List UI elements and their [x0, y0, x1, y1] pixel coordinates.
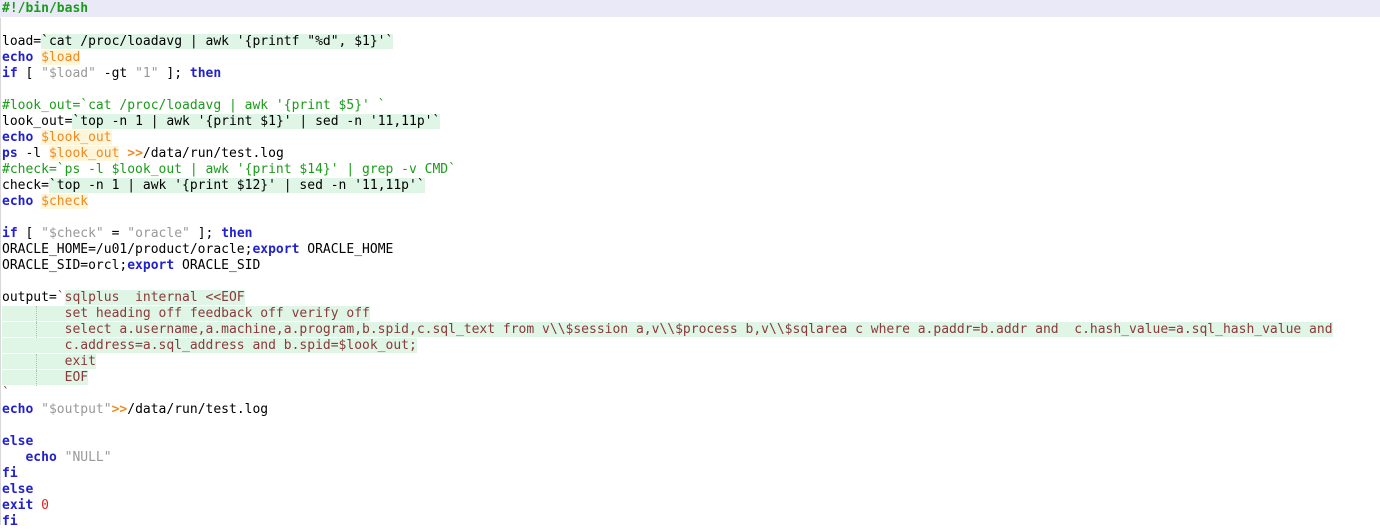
code-token: echo	[25, 450, 65, 465]
blank-line[interactable]	[0, 82, 1380, 98]
code-token: check=	[2, 178, 49, 193]
code-token: ps	[2, 146, 18, 161]
code-line[interactable]: exit	[0, 354, 1380, 370]
code-token: $load	[41, 50, 81, 65]
code-line[interactable]: echo "NULL"	[0, 450, 1380, 466]
code-token: ORACLE_SID=orcl;	[2, 258, 128, 273]
code-token: fi	[2, 514, 18, 529]
code-line[interactable]: else	[0, 434, 1380, 450]
blank-line[interactable]	[0, 18, 1380, 34]
code-token: if	[2, 66, 18, 81]
code-token: #check=`ps -l $look_out | awk '{print $1…	[2, 162, 456, 177]
code-token: load=	[2, 34, 42, 49]
code-line[interactable]: load=`cat /proc/loadavg | awk '{printf "…	[0, 34, 1380, 50]
code-token: else	[2, 482, 34, 497]
code-token: if	[2, 226, 18, 241]
code-token: exit	[2, 354, 96, 369]
code-line[interactable]: EOF	[0, 370, 1380, 386]
code-token: echo	[2, 194, 42, 209]
code-token: export	[127, 258, 175, 273]
code-line[interactable]: exit 0	[0, 498, 1380, 514]
code-token: c.address=a.sql_address and b.spid=$look…	[2, 338, 417, 353]
code-token: "$output"	[41, 402, 112, 417]
code-line[interactable]: fi	[0, 514, 1380, 530]
code-token: >>	[127, 146, 143, 161]
code-line[interactable]: if [ "$load" -gt "1" ]; then	[0, 66, 1380, 82]
code-token: then	[189, 66, 222, 81]
code-token: ];	[158, 66, 190, 81]
code-token: $look_out	[48, 146, 120, 161]
code-token: #look_out=`cat /proc/loadavg | awk '{pri…	[2, 98, 386, 113]
code-token: ORACLE_HOME=/u01/product/oracle;	[2, 242, 253, 257]
code-token: EOF	[2, 370, 89, 385]
code-token: else	[2, 434, 34, 449]
code-token: sqlplus internal <<EOF	[64, 290, 245, 305]
code-token: set heading off feedback off verify off	[2, 306, 370, 321]
code-line[interactable]: select a.username,a.machine,a.program,b.…	[0, 322, 1380, 338]
code-token: `cat /proc/loadavg | awk '{printf "%d", …	[41, 34, 394, 49]
code-line[interactable]: check=`top -n 1 | awk '{print $12}' | se…	[0, 178, 1380, 194]
code-token: -l	[17, 146, 49, 161]
code-token: ];	[189, 226, 222, 241]
code-token: `top -n 1 | awk '{print $1}' | sed -n '1…	[72, 114, 441, 129]
code-listing[interactable]: #!/bin/bash load=`cat /proc/loadavg | aw…	[0, 0, 1380, 529]
code-token: [	[17, 226, 42, 241]
code-line[interactable]: echo $check	[0, 194, 1380, 210]
code-token: #!/bin/bash	[2, 1, 89, 16]
code-line[interactable]: else	[0, 482, 1380, 498]
code-line[interactable]: fi	[0, 466, 1380, 482]
blank-line[interactable]	[0, 418, 1380, 434]
blank-line[interactable]	[0, 210, 1380, 226]
code-token: "$load"	[41, 66, 96, 81]
code-line[interactable]: #check=`ps -l $look_out | awk '{print $1…	[0, 162, 1380, 178]
code-token: `	[56, 290, 65, 305]
code-line[interactable]: #look_out=`cat /proc/loadavg | awk '{pri…	[0, 98, 1380, 114]
code-line[interactable]: ORACLE_HOME=/u01/product/oracle;export O…	[0, 242, 1380, 258]
code-line[interactable]: ps -l $look_out >>/data/run/test.log	[0, 146, 1380, 162]
blank-line[interactable]	[0, 274, 1380, 290]
code-token: exit	[2, 498, 34, 513]
code-token: `	[2, 386, 10, 401]
code-token: ORACLE_HOME	[299, 242, 394, 257]
code-line[interactable]: echo $look_out	[0, 130, 1380, 146]
code-token: -gt	[95, 66, 136, 81]
code-token: =	[103, 226, 128, 241]
code-token: "$check"	[41, 226, 104, 241]
code-line[interactable]: echo $load	[0, 50, 1380, 66]
code-token: echo	[2, 50, 42, 65]
code-token: 0	[41, 498, 49, 513]
code-token: /data/run/test.log	[127, 402, 269, 417]
code-line[interactable]: c.address=a.sql_address and b.spid=$look…	[0, 338, 1380, 354]
code-token: [	[17, 66, 42, 81]
code-token: "1"	[135, 66, 159, 81]
code-token: select a.username,a.machine,a.program,b.…	[2, 322, 1333, 337]
code-token: export	[252, 242, 300, 257]
code-line[interactable]: echo "$output">>/data/run/test.log	[0, 402, 1380, 418]
code-token: $check	[41, 194, 89, 209]
code-token: /data/run/test.log	[142, 146, 284, 161]
code-line[interactable]: output=`sqlplus internal <<EOF	[0, 290, 1380, 306]
code-token: "oracle"	[127, 226, 190, 241]
code-token: output=	[2, 290, 57, 305]
code-token: look_out=	[2, 114, 73, 129]
code-token: echo	[2, 402, 42, 417]
code-line[interactable]: look_out=`top -n 1 | awk '{print $1}' | …	[0, 114, 1380, 130]
code-line[interactable]: if [ "$check" = "oracle" ]; then	[0, 226, 1380, 242]
code-line[interactable]: `	[0, 386, 1380, 402]
code-token: ORACLE_SID	[174, 258, 261, 273]
code-token: `top -n 1 | awk '{print $12}' | sed -n '…	[48, 178, 425, 193]
shebang-line[interactable]: #!/bin/bash	[0, 0, 1380, 18]
code-token: >>	[111, 402, 128, 417]
code-token: echo	[2, 130, 42, 145]
code-token: "NULL"	[64, 450, 112, 465]
code-token: then	[221, 226, 253, 241]
code-token: fi	[2, 466, 18, 481]
code-line[interactable]: ORACLE_SID=orcl;export ORACLE_SID	[0, 258, 1380, 274]
code-token: $look_out	[41, 130, 112, 145]
code-line[interactable]: set heading off feedback off verify off	[0, 306, 1380, 322]
